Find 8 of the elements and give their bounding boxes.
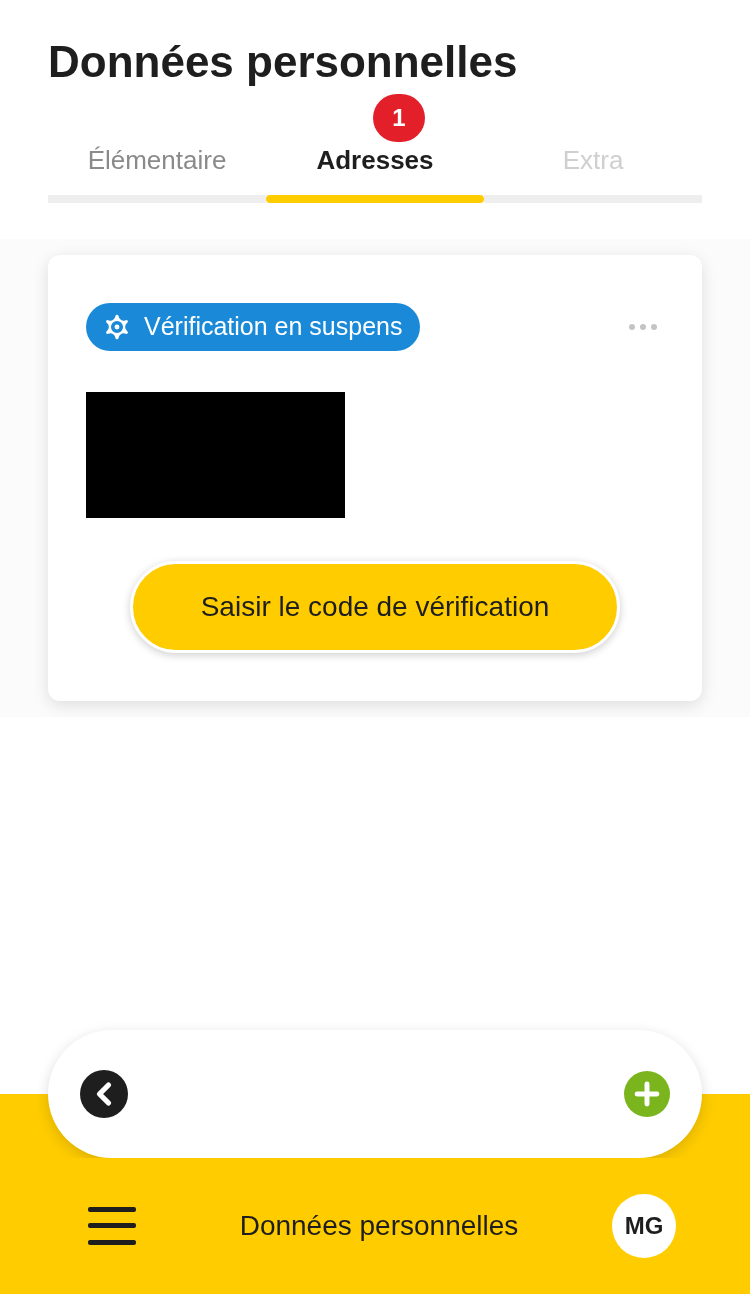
verification-code-button[interactable]: Saisir le code de vérification <box>130 561 620 653</box>
back-icon[interactable] <box>80 1070 128 1118</box>
menu-icon[interactable] <box>88 1207 136 1245</box>
notification-badge: 1 <box>373 94 425 142</box>
user-avatar[interactable]: MG <box>612 1194 676 1258</box>
status-badge: Vérification en suspens <box>86 303 421 351</box>
page-title: Données personnelles <box>48 36 519 88</box>
footer-title: Données personnelles <box>239 1209 519 1243</box>
